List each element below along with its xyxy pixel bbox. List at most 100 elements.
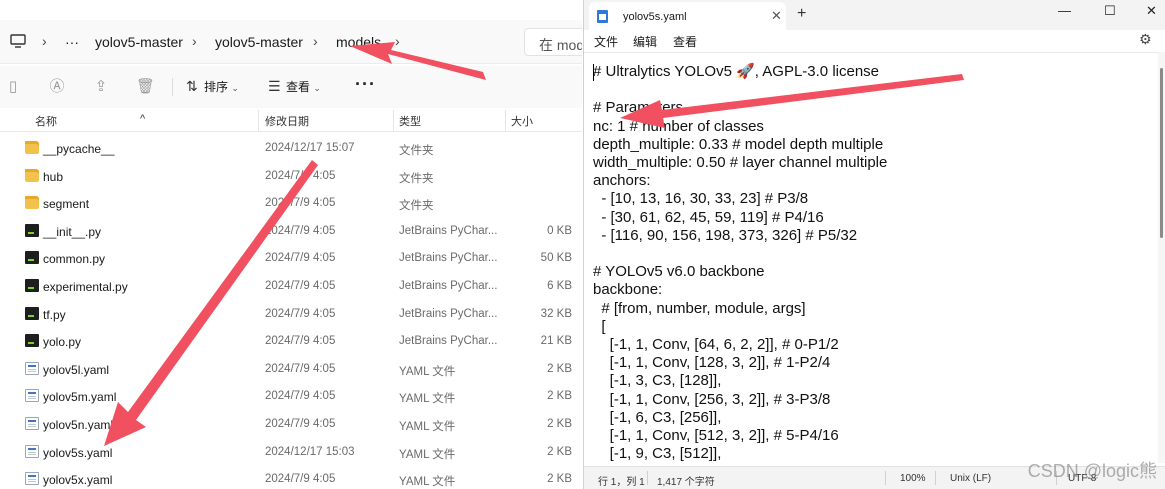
- tab-yolov5s-yaml[interactable]: yolov5s.yaml ✕: [589, 2, 786, 30]
- editor-line: # Ultralytics YOLOv5 🚀, AGPL-3.0 license: [593, 63, 880, 80]
- menu-file[interactable]: 文件: [594, 33, 618, 50]
- breadcrumb-models[interactable]: models: [336, 34, 381, 50]
- column-resize-handle[interactable]: [505, 110, 506, 132]
- file-date: 2024/7/9 4:05: [265, 417, 336, 430]
- zoom-level: 100%: [900, 473, 926, 484]
- file-name: experimental.py: [43, 279, 128, 294]
- column-type[interactable]: 类型: [399, 113, 421, 129]
- menu-view[interactable]: 查看: [673, 33, 697, 50]
- file-row[interactable]: yolov5x.yaml 2024/7/9 4:05 YAML 文件 2 KB: [0, 466, 582, 489]
- vertical-scrollbar[interactable]: [1158, 52, 1165, 463]
- rename-icon[interactable]: Ⓐ: [48, 78, 66, 96]
- file-name: segment: [43, 197, 90, 212]
- gear-icon[interactable]: ⚙: [1139, 31, 1152, 48]
- file-row[interactable]: segment 2024/7/9 4:05 文件夹: [0, 190, 582, 218]
- editor-line: [-1, 1, Conv, [64, 6, 2, 2]], # 0-P1/2: [593, 336, 839, 353]
- more-options-button[interactable]: ···: [355, 74, 376, 95]
- file-row[interactable]: __pycache__ 2024/12/17 15:07 文件夹: [0, 135, 582, 163]
- file-size: 2 KB: [547, 417, 572, 430]
- char-count: 1,417 个字符: [657, 477, 715, 488]
- column-name[interactable]: 名称: [35, 113, 57, 129]
- file-type: YAML 文件: [399, 420, 456, 433]
- file-name: hub: [43, 169, 64, 184]
- yaml-file-icon: [25, 389, 39, 403]
- folder-icon: [25, 196, 39, 210]
- file-date: 2024/7/9 4:05: [265, 197, 336, 210]
- file-size: 2 KB: [547, 473, 572, 486]
- editor-line: [-1, 9, C3, [512]],: [593, 445, 722, 463]
- maximize-icon[interactable]: ☐: [1104, 3, 1116, 19]
- file-row[interactable]: yolov5n.yaml 2024/7/9 4:05 YAML 文件 2 KB: [0, 411, 582, 439]
- file-size: 21 KB: [540, 335, 572, 348]
- file-size: 2 KB: [547, 362, 572, 375]
- editor-line: - [10, 13, 16, 30, 33, 23] # P3/8: [593, 190, 809, 208]
- file-row[interactable]: hub 2024/7/9 4:05 文件夹: [0, 163, 582, 191]
- minimize-icon[interactable]: —: [1058, 3, 1071, 18]
- chevron-right-icon[interactable]: ›: [395, 33, 400, 49]
- file-type: 文件夹: [399, 200, 434, 213]
- file-date: 2024/7/9 4:05: [265, 224, 336, 237]
- editor-line: [: [593, 317, 606, 335]
- file-row[interactable]: __init__.py 2024/7/9 4:05 JetBrains PyChar…: [0, 218, 582, 246]
- close-tab-icon[interactable]: ✕: [771, 8, 782, 24]
- chevron-right-icon: ›: [42, 33, 47, 49]
- breadcrumb-yolov5-master-1[interactable]: yolov5-master: [95, 34, 183, 50]
- file-date: 2024/7/9 4:05: [265, 390, 336, 403]
- file-row[interactable]: common.py 2024/7/9 4:05 JetBrains PyChar..…: [0, 245, 582, 273]
- file-row[interactable]: experimental.py 2024/7/9 4:05 JetBrains Py…: [0, 273, 582, 301]
- status-divider: [647, 471, 648, 485]
- folder-icon: [25, 168, 39, 182]
- file-date: 2024/7/9 4:05: [265, 362, 336, 375]
- editor-line: [-1, 6, C3, [256]],: [593, 408, 722, 426]
- column-header: ^ 名称 修改日期 类型 大小: [0, 108, 582, 132]
- file-type: YAML 文件: [399, 448, 456, 461]
- close-window-icon[interactable]: ✕: [1146, 3, 1157, 19]
- file-date: 2024/7/9 4:05: [265, 307, 336, 320]
- new-tab-icon[interactable]: +: [797, 5, 806, 23]
- view-button[interactable]: ☰ 查看 ⌄: [268, 78, 321, 95]
- menu-edit[interactable]: 编辑: [633, 33, 657, 50]
- editor-line: anchors:: [593, 172, 651, 190]
- column-resize-handle[interactable]: [393, 110, 394, 132]
- breadcrumb-yolov5-master-2[interactable]: yolov5-master: [215, 34, 303, 50]
- file-name: yolo.py: [43, 335, 82, 350]
- file-row[interactable]: yolov5s.yaml 2024/12/17 15:03 YAML 文件 2 KB: [0, 439, 582, 467]
- file-row[interactable]: yolov5l.yaml 2024/7/9 4:05 YAML 文件 2 KB: [0, 356, 582, 384]
- menu-bar: 文件 编辑 查看 ⚙: [584, 30, 1165, 52]
- file-row[interactable]: yolo.py 2024/7/9 4:05 JetBrains PyChar... 2…: [0, 328, 582, 356]
- editor-line: backbone:: [593, 281, 663, 299]
- notepad-window: yolov5s.yaml ✕ + — ☐ ✕ 文件 编辑 查看 ⚙ # Ultr…: [583, 0, 1165, 489]
- column-date[interactable]: 修改日期: [265, 113, 309, 129]
- text-caret: [593, 64, 594, 81]
- file-row[interactable]: yolov5m.yaml 2024/7/9 4:05 YAML 文件 2 KB: [0, 383, 582, 411]
- address-bar[interactable]: › ··· yolov5-master › yolov5-master › mo…: [0, 20, 582, 64]
- file-row[interactable]: tf.py 2024/7/9 4:05 JetBrains PyChar... 32 …: [0, 301, 582, 329]
- file-type: YAML 文件: [399, 365, 456, 378]
- title-bar[interactable]: yolov5s.yaml ✕ + — ☐ ✕: [584, 0, 1165, 30]
- file-date: 2024/7/9 4:05: [265, 169, 336, 182]
- file-name: tf.py: [43, 307, 66, 322]
- sort-button[interactable]: ⇅ 排序 ⌄: [186, 78, 239, 95]
- file-type: YAML 文件: [399, 476, 456, 489]
- paste-icon[interactable]: ▯: [4, 78, 22, 96]
- delete-icon[interactable]: 🗑: [136, 78, 155, 96]
- column-size[interactable]: 大小: [511, 113, 533, 129]
- column-resize-handle[interactable]: [258, 110, 259, 132]
- chevron-down-icon: ⌄: [231, 83, 239, 93]
- text-editor[interactable]: # Ultralytics YOLOv5 🚀, AGPL-3.0 license…: [584, 52, 1158, 463]
- breadcrumb-more[interactable]: ···: [65, 34, 79, 50]
- file-date: 2024/12/17 15:03: [265, 445, 355, 458]
- scrollbar-thumb[interactable]: [1160, 68, 1163, 238]
- file-type: 文件夹: [399, 172, 434, 185]
- yaml-file-icon: [25, 416, 39, 430]
- status-divider: [935, 471, 936, 485]
- file-type: JetBrains PyChar...: [399, 335, 498, 348]
- search-input[interactable]: 在 mod: [524, 28, 582, 56]
- chevron-right-icon: ›: [192, 33, 197, 49]
- this-pc-icon[interactable]: [10, 34, 26, 49]
- status-divider: [885, 471, 886, 485]
- editor-line: depth_multiple: 0.33 # model depth multi…: [593, 135, 884, 153]
- file-size: 50 KB: [540, 252, 572, 265]
- editor-line: - [30, 61, 62, 45, 59, 119] # P4/16: [593, 208, 824, 226]
- share-icon[interactable]: ⇪: [92, 78, 110, 96]
